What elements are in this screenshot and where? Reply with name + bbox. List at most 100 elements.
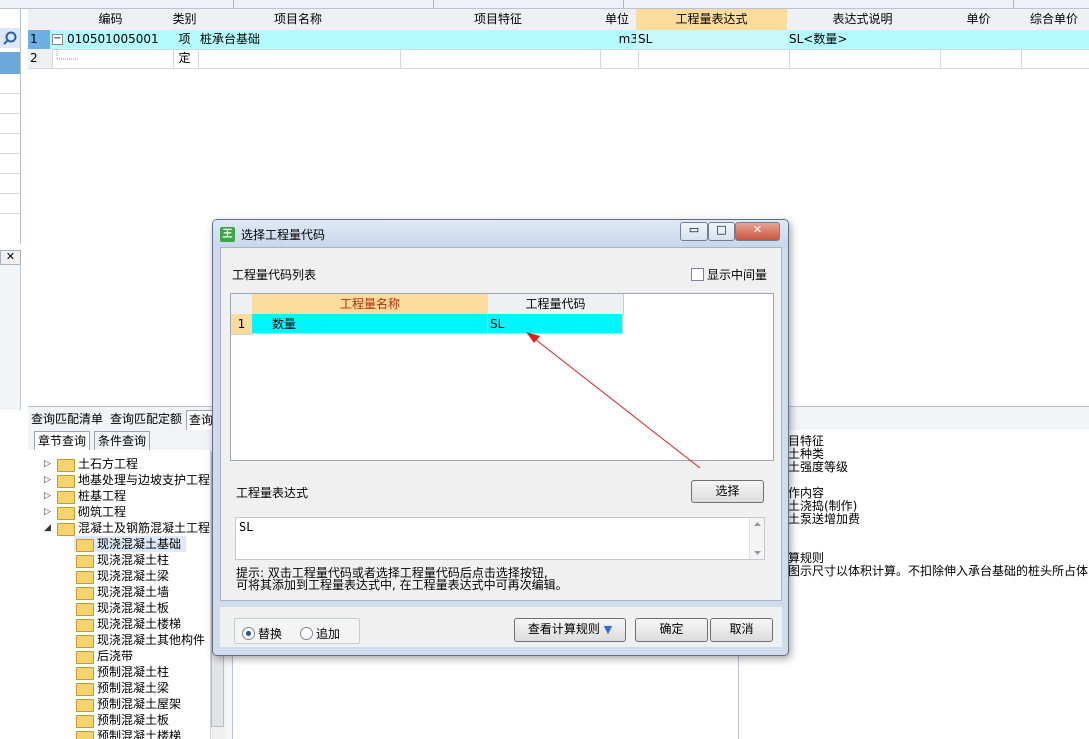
header-rownum bbox=[231, 294, 253, 315]
minimize-button[interactable]: ▭ bbox=[680, 222, 708, 241]
app-icon: 王 bbox=[220, 227, 235, 242]
table-cell-expression-desc[interactable] bbox=[787, 49, 941, 69]
header-feature[interactable]: 项目特征 bbox=[398, 9, 599, 31]
radio-replace[interactable]: 替换 bbox=[242, 625, 282, 642]
tree-item-label: 现浇混凝土墙 bbox=[97, 585, 170, 599]
tab-query-bill[interactable]: 查询匹配清单 bbox=[31, 410, 103, 429]
tree-item-label: 现浇混凝土基础 bbox=[97, 537, 182, 551]
radio-label: 追加 bbox=[316, 627, 341, 641]
toolbar-separator bbox=[1013, 0, 1014, 8]
chevron-right-icon[interactable]: ▷ bbox=[44, 472, 51, 488]
radio-icon[interactable] bbox=[300, 627, 313, 640]
dialog-title-bar[interactable]: 王 选择工程量代码 ▭ □ ✕ bbox=[213, 220, 788, 247]
tab-chapter-query[interactable]: 章节查询 bbox=[34, 431, 91, 451]
expression-textarea[interactable]: SL bbox=[235, 517, 765, 560]
radio-label: 替换 bbox=[258, 627, 283, 641]
header-expression-desc[interactable]: 表达式说明 bbox=[787, 9, 939, 31]
table-cell-feature[interactable] bbox=[398, 30, 601, 50]
folder-icon bbox=[57, 459, 75, 472]
table-cell-name[interactable] bbox=[198, 49, 401, 69]
hint-line: 可将其添加到工程量表达式中, 在工程量表达式中可再次编辑。 bbox=[236, 578, 568, 592]
header-quantity-name[interactable]: 工程量名称 bbox=[252, 294, 489, 315]
tree-item-label: 混凝土及钢筋混凝土工程 bbox=[78, 521, 210, 535]
folder-icon bbox=[76, 635, 94, 648]
header-code[interactable]: 编码 bbox=[50, 9, 172, 31]
table-cell-name[interactable]: 桩承台基础 bbox=[198, 30, 401, 50]
row-number[interactable]: 1 bbox=[231, 314, 253, 335]
tree-item-label: 预制混凝土屋架 bbox=[97, 697, 182, 711]
table-cell-quantity-code[interactable]: SL bbox=[488, 314, 623, 334]
tree-item-label: 桩基工程 bbox=[78, 489, 127, 503]
folder-icon bbox=[76, 699, 94, 712]
info-text: 图示尺寸以体积计算。不扣除伸入承台基础的桩头所占体 bbox=[788, 564, 1089, 578]
chevron-down-icon[interactable]: ◢ bbox=[44, 520, 51, 536]
tree-item-label: 土石方工程 bbox=[78, 457, 139, 471]
close-icon[interactable]: ✕ bbox=[0, 250, 21, 265]
chevron-right-icon[interactable]: ▷ bbox=[44, 456, 51, 472]
header-total-price[interactable]: 综合单价 bbox=[1019, 9, 1089, 31]
table-cell-total[interactable] bbox=[1019, 30, 1089, 50]
tree-item-selected[interactable]: 现浇混凝土基础 bbox=[74, 536, 186, 552]
code-text: 010501005001 bbox=[67, 32, 159, 46]
table-cell-expression[interactable] bbox=[636, 49, 790, 69]
button-label: 查看计算规则 bbox=[527, 622, 600, 636]
code-list-table: 工程量名称 工程量代码 1 数量 SL bbox=[230, 293, 774, 461]
table-cell-expression[interactable]: SL bbox=[636, 30, 790, 50]
chevron-right-icon[interactable]: ▷ bbox=[44, 504, 51, 520]
toolbar-separator bbox=[233, 0, 234, 8]
header-type[interactable]: 类别 bbox=[171, 9, 199, 31]
chapter-tree: ▷ 土石方工程 ▷ 地基处理与边坡支护工程 ▷ 桩基工程 ▷ 砌筑工程 ◢ 混凝土及钢筋混… bbox=[30, 450, 210, 739]
ok-button[interactable]: 确定 bbox=[635, 618, 708, 642]
table-cell-feature[interactable] bbox=[398, 49, 601, 69]
search-icon[interactable] bbox=[0, 28, 20, 48]
choose-button[interactable]: 选择 bbox=[691, 480, 764, 503]
radio-selected-icon[interactable] bbox=[242, 627, 255, 640]
folder-icon bbox=[76, 539, 94, 552]
header-unit[interactable]: 单位 bbox=[598, 9, 637, 31]
table-cell-price[interactable] bbox=[938, 30, 1022, 50]
tree-item-label: 预制混凝土柱 bbox=[97, 665, 170, 679]
sub-tab-bar: 章节查询 条件查询 bbox=[28, 430, 238, 452]
expression-scrollbar[interactable] bbox=[749, 518, 764, 559]
tab-query-quota[interactable]: 查询匹配定额 bbox=[110, 410, 182, 429]
code-list-title: 工程量代码列表 bbox=[232, 268, 317, 282]
toolbar-separator bbox=[433, 0, 434, 8]
collapse-icon[interactable]: − bbox=[52, 34, 63, 45]
left-panel-selected-row[interactable] bbox=[0, 52, 20, 74]
header-quantity-code[interactable]: 工程量代码 bbox=[488, 294, 624, 315]
mode-radio-group: 替换 追加 bbox=[234, 618, 360, 644]
tab-condition-query[interactable]: 条件查询 bbox=[94, 431, 151, 452]
header-name[interactable]: 项目名称 bbox=[198, 9, 399, 31]
header-rownum bbox=[28, 9, 51, 31]
header-price[interactable]: 单价 bbox=[938, 9, 1020, 31]
cancel-button[interactable]: 取消 bbox=[710, 618, 773, 642]
header-expression[interactable]: 工程量表达式 bbox=[636, 9, 788, 31]
folder-icon bbox=[76, 651, 94, 664]
show-intermediate-checkbox[interactable]: 显示中间量 bbox=[691, 266, 767, 283]
table-cell-type[interactable]: 定 bbox=[171, 49, 199, 69]
table-cell-quantity-name[interactable]: 数量 bbox=[252, 314, 488, 334]
checkbox-label: 显示中间量 bbox=[707, 268, 768, 282]
table-cell-price[interactable] bbox=[938, 49, 1022, 69]
bill-grid: 编码 类别 项目名称 项目特征 单位 工程量表达式 表达式说明 单价 综合单价 … bbox=[28, 9, 1089, 69]
folder-icon bbox=[76, 571, 94, 584]
table-cell-code[interactable] bbox=[50, 49, 174, 69]
table-cell-unit[interactable] bbox=[598, 49, 639, 69]
checkbox-icon[interactable] bbox=[691, 268, 704, 281]
tree-item-label: 现浇混凝土板 bbox=[97, 601, 170, 615]
close-button[interactable]: ✕ bbox=[735, 222, 780, 241]
table-cell-code[interactable]: −010501005001 bbox=[50, 30, 174, 50]
tree-item-label: 现浇混凝土梁 bbox=[97, 569, 170, 583]
table-cell-type[interactable]: 项 bbox=[171, 30, 199, 50]
chevron-right-icon[interactable]: ▷ bbox=[44, 488, 51, 504]
folder-icon bbox=[76, 715, 94, 728]
view-calc-rules-button[interactable]: 查看计算规则 ▼ bbox=[514, 618, 626, 642]
tree-item-label: 现浇混凝土柱 bbox=[97, 553, 170, 567]
left-bottom-panel bbox=[0, 265, 21, 410]
table-cell-total[interactable] bbox=[1019, 49, 1089, 69]
table-cell-expression-desc[interactable]: SL<数量> bbox=[787, 30, 941, 50]
tree-connector-icon bbox=[56, 49, 78, 60]
maximize-button[interactable]: □ bbox=[708, 222, 735, 241]
radio-append[interactable]: 追加 bbox=[300, 625, 340, 642]
tree-item-label: 地基处理与边坡支护工程 bbox=[78, 473, 210, 487]
